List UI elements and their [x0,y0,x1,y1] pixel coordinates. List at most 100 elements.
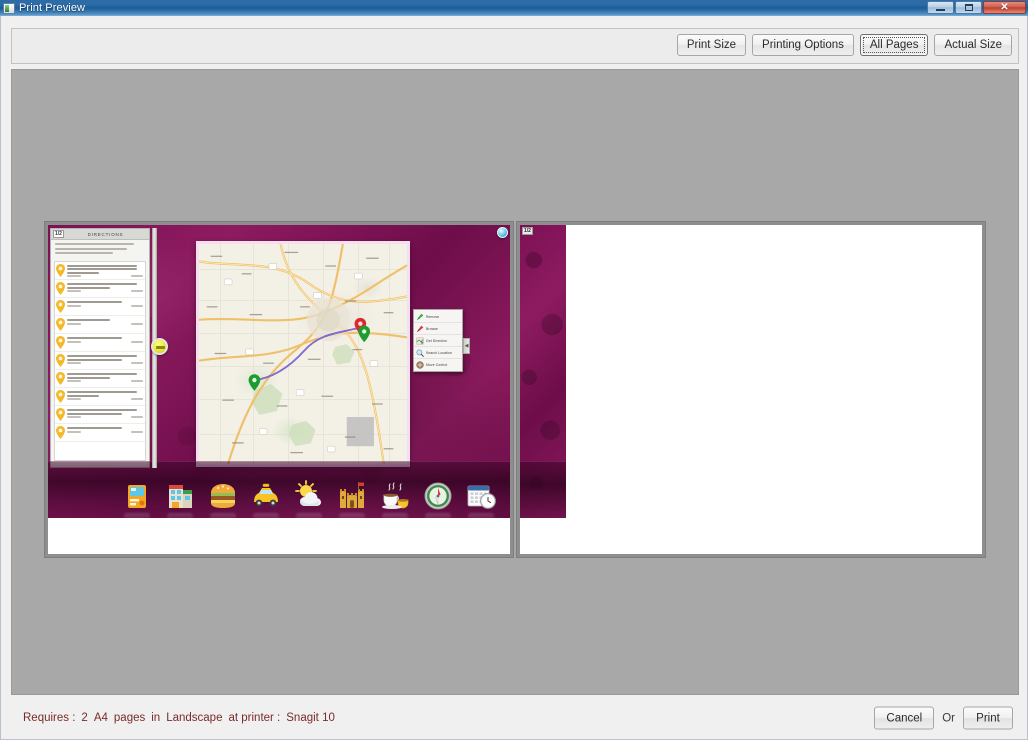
step-duration [131,416,143,418]
step-text-line [67,355,137,357]
map-application-window: 1/2 DIRECTIONS [50,228,168,468]
preview-canvas[interactable]: 1/2 DIRECTIONS Remove Browse Get Directi… [11,69,1019,695]
map-vector [199,244,407,464]
direction-step[interactable] [55,406,145,424]
status-pages-word: pages [113,712,146,724]
context-menu-label: Browse [426,326,438,331]
step-distance [67,430,81,433]
step-text-line [67,286,110,289]
context-menu-item[interactable]: Move Control [414,359,462,370]
direction-step[interactable] [55,262,145,280]
taxi-icon[interactable] [250,480,282,512]
context-menu-item[interactable]: Search Location [414,347,462,359]
map-viewport[interactable] [196,241,410,467]
red-pin-icon [416,325,424,333]
direction-step[interactable] [55,334,145,352]
print-size-button[interactable]: Print Size [676,34,747,56]
step-distance [67,290,81,292]
step-marker-icon [56,318,65,331]
map-control-button[interactable] [497,227,508,238]
compass-icon[interactable] [422,480,454,512]
move-control-icon [416,360,424,369]
step-text [67,264,143,277]
meta-line [55,243,135,245]
step-marker-icon [56,282,65,295]
page-2-indicator: 1/2 [522,227,533,235]
close-button[interactable]: ✕ [983,1,1026,14]
print-button[interactable]: Print [963,706,1013,730]
context-menu-item[interactable]: Browse [414,323,462,335]
preview-page-2[interactable]: 1/2 [516,221,986,558]
context-menu-collapse-tab[interactable]: ◀ [463,338,470,354]
actual-size-button[interactable]: Actual Size [934,34,1012,56]
green-pin-icon [416,313,424,321]
direction-step[interactable] [55,316,145,334]
all-pages-button[interactable]: All Pages [859,34,929,56]
step-distance-row [67,398,143,400]
step-marker-icon [56,336,65,349]
step-text [67,354,143,364]
step-distance [67,322,81,325]
step-duration [131,380,143,382]
cafe-icon[interactable] [379,480,411,512]
step-distance [67,340,81,343]
directions-meta [51,240,149,259]
step-marker-icon [56,426,65,439]
direction-step[interactable] [55,352,145,370]
step-text-line [67,409,137,411]
status-orientation: Landscape [166,712,223,724]
step-marker-icon [56,300,65,313]
direction-step[interactable] [55,370,145,388]
preview-page-1[interactable]: 1/2 DIRECTIONS Remove Browse Get Directi… [44,221,514,558]
step-distance-row [67,275,143,277]
step-text [67,282,143,292]
step-marker-icon [56,372,65,385]
context-menu-item[interactable]: Remove [414,311,462,323]
burger-icon[interactable] [207,480,239,512]
panel-resize-handle[interactable] [151,338,168,355]
step-text-line [67,319,110,321]
weather-icon[interactable] [293,480,325,512]
step-distance-row [67,322,143,325]
step-text [67,372,143,382]
toolbar: Print Size Printing Options All Pages Ac… [11,28,1019,64]
direction-step[interactable] [55,424,145,442]
cancel-button[interactable]: Cancel [874,706,935,730]
desktop-background: 1/2 DIRECTIONS Remove Browse Get Directi… [48,225,510,518]
title-bar-left: Print Preview [0,2,85,14]
context-menu-item[interactable]: Get Direction [414,335,462,347]
map-canvas[interactable] [199,244,407,464]
step-text-line [67,283,137,285]
maximize-button[interactable] [955,1,982,14]
title-bar: Print Preview ✕ [0,0,1028,16]
step-text-line [67,412,122,415]
step-duration [131,290,143,292]
step-text-line [67,301,122,303]
step-distance-row [67,340,143,343]
shop-icon[interactable] [164,480,196,512]
step-duration [131,340,143,343]
client-area: Print Size Printing Options All Pages Ac… [0,16,1028,740]
step-distance [67,275,81,277]
direction-step[interactable] [55,298,145,316]
minimize-button[interactable] [927,1,954,14]
footer-button-group: Cancel Or Print [874,706,1013,730]
direction-step[interactable] [55,388,145,406]
step-distance-row [67,290,143,292]
map-marker-waypoint [358,325,371,343]
step-distance-row [67,416,143,418]
printing-options-button[interactable]: Printing Options [752,34,854,56]
toolbar-button-group: Print Size Printing Options All Pages Ac… [676,34,1012,56]
step-distance [67,416,81,418]
step-text-line [67,264,137,267]
castle-icon[interactable] [336,480,368,512]
map-context-menu[interactable]: Remove Browse Get Direction Search Location… [413,309,463,372]
calendar-clock-icon[interactable] [465,480,497,512]
directions-step-list[interactable] [54,260,146,461]
step-text-line [67,271,99,274]
status-in-word: in [151,712,161,724]
direction-step[interactable] [55,280,145,298]
atm-icon[interactable] [121,480,153,512]
status-printer-name: Snagit 10 [286,712,335,724]
step-marker-icon [56,390,65,403]
